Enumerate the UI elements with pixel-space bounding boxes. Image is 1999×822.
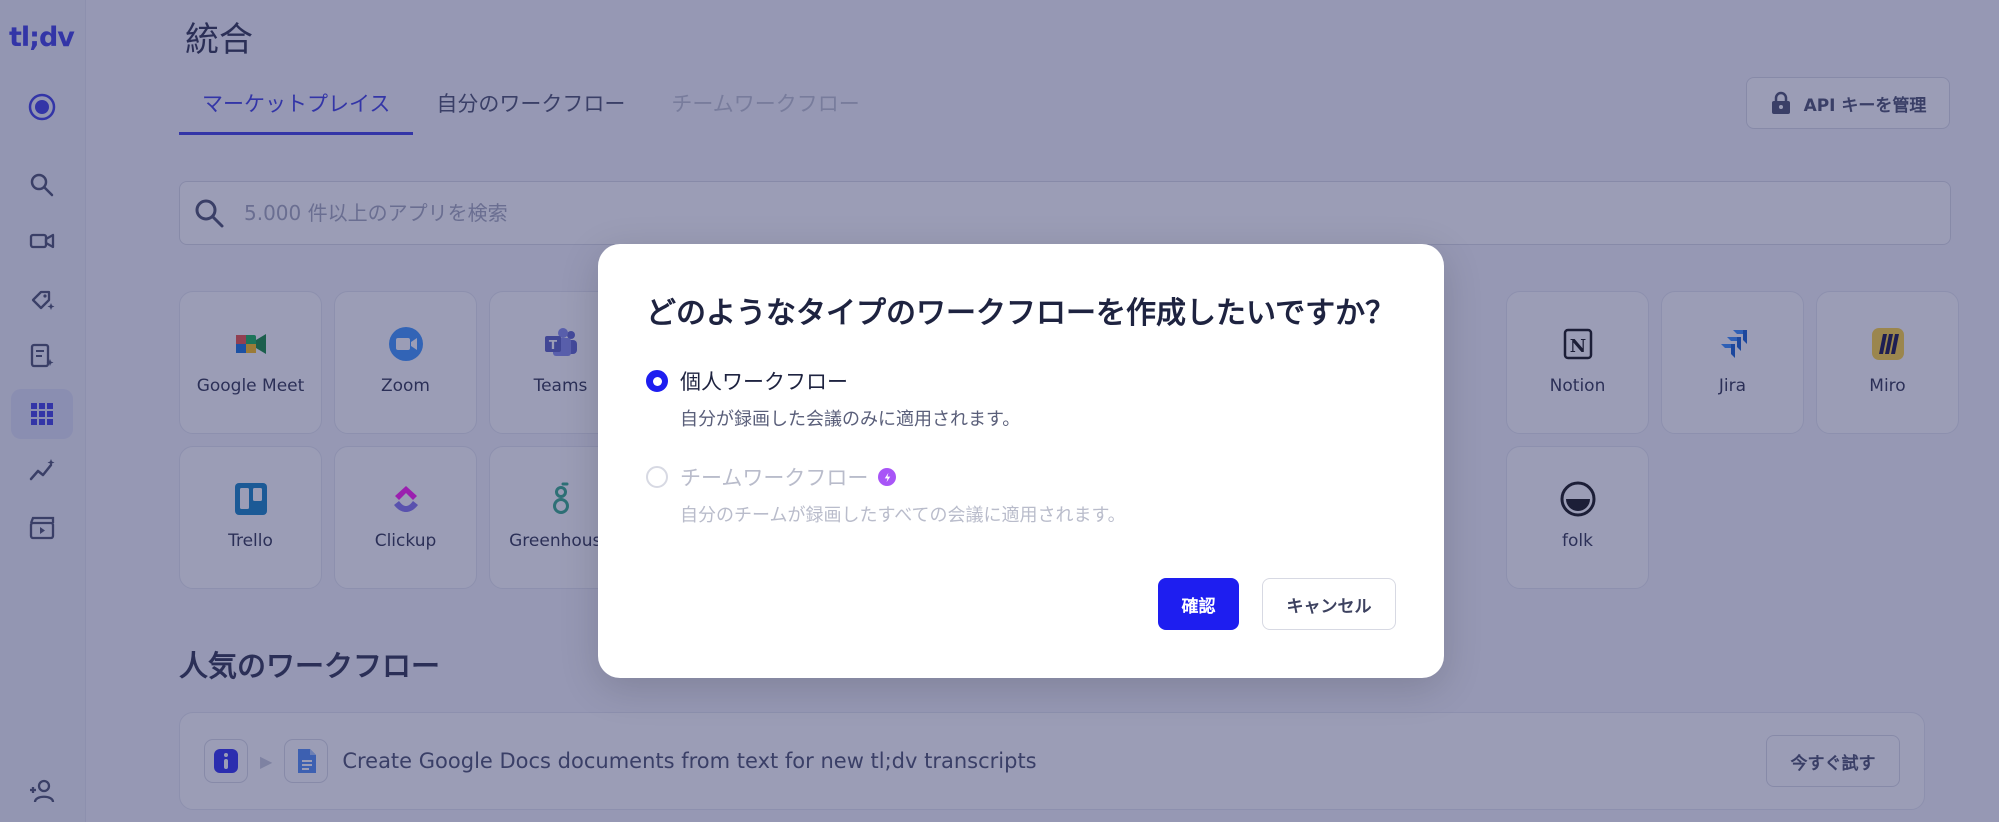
workflow-type-dialog: どのようなタイプのワークフローを作成したいですか？ 個人ワークフロー 自分が録画… (598, 244, 1444, 678)
option-description: 自分のチームが録画したすべての会議に適用されます。 (680, 505, 1126, 526)
radio-personal-workflow[interactable] (646, 370, 668, 392)
option-personal-workflow[interactable]: 個人ワークフロー 自分が録画した会議のみに適用されます。 (646, 366, 1020, 431)
option-label: チームワークフロー (680, 466, 869, 490)
bolt-icon (878, 468, 897, 486)
option-team-workflow[interactable]: チームワークフロー 自分のチームが録画したすべての会議に適用されます。 (646, 462, 1126, 527)
option-description: 自分が録画した会議のみに適用されます。 (680, 409, 1021, 430)
radio-team-workflow[interactable] (646, 466, 668, 488)
cancel-button[interactable]: キャンセル (1262, 578, 1396, 630)
option-label: 個人ワークフロー (680, 370, 848, 394)
confirm-button[interactable]: 確認 (1158, 578, 1239, 630)
dialog-title: どのようなタイプのワークフローを作成したいですか？ (646, 296, 1396, 331)
